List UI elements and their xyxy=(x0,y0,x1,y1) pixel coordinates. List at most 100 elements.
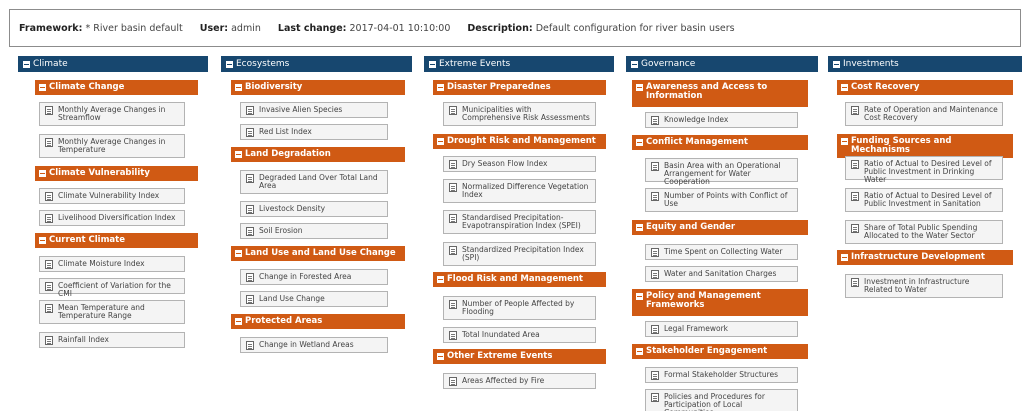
indicator-item[interactable]: Share of Total Public Spending Allocated… xyxy=(845,220,1003,244)
indicator-item[interactable]: Time Spent on Collecting Water xyxy=(645,244,798,260)
collapse-icon[interactable] xyxy=(226,60,233,68)
collapse-icon[interactable] xyxy=(636,139,643,146)
indicator-item[interactable]: Standardized Precipitation Index (SPI) xyxy=(443,242,596,266)
indicator-label: Knowledge Index xyxy=(664,115,729,124)
category-header-drought-risk[interactable]: Drought Risk and Management xyxy=(433,134,606,149)
indicator-item[interactable]: Formal Stakeholder Structures xyxy=(645,367,798,383)
indicator-item[interactable]: Monthly Average Changes in Temperature xyxy=(39,134,185,158)
document-icon xyxy=(45,138,53,147)
indicator-item[interactable]: Areas Affected by Fire xyxy=(443,373,596,389)
collapse-icon[interactable] xyxy=(437,138,444,145)
collapse-icon[interactable] xyxy=(235,318,242,325)
collapse-icon[interactable] xyxy=(437,84,444,91)
column-header-climate[interactable]: Climate xyxy=(18,56,208,72)
collapse-icon[interactable] xyxy=(429,60,436,68)
category-header-infrastructure-development[interactable]: Infrastructure Development xyxy=(837,250,1013,265)
indicator-item[interactable]: Number of Points with Conflict of Use xyxy=(645,188,798,212)
indicator-label: Legal Framework xyxy=(664,324,729,333)
column-header-extreme-events[interactable]: Extreme Events xyxy=(424,56,614,72)
collapse-icon[interactable] xyxy=(235,250,242,257)
collapse-icon[interactable] xyxy=(841,84,848,91)
indicator-item[interactable]: Rainfall Index xyxy=(39,332,185,348)
column-header-governance[interactable]: Governance xyxy=(626,56,818,72)
indicator-item[interactable]: Soil Erosion xyxy=(240,223,388,239)
collapse-icon[interactable] xyxy=(437,276,444,283)
category-header-climate-change[interactable]: Climate Change xyxy=(35,80,198,95)
indicator-label: Rate of Operation and Maintenance Cost R… xyxy=(864,105,998,122)
indicator-label: Monthly Average Changes in Streamflow xyxy=(58,105,166,122)
category-header-climate-vulnerability[interactable]: Climate Vulnerability xyxy=(35,166,198,181)
indicator-item[interactable]: Dry Season Flow Index xyxy=(443,156,596,172)
category-header-land-degradation[interactable]: Land Degradation xyxy=(231,147,405,162)
indicator-item[interactable]: Water and Sanitation Charges xyxy=(645,266,798,282)
collapse-icon[interactable] xyxy=(39,170,46,177)
indicator-item[interactable]: Livelihood Diversification Index xyxy=(39,210,185,226)
collapse-icon[interactable] xyxy=(636,293,643,300)
collapse-icon[interactable] xyxy=(39,237,46,244)
indicator-item[interactable]: Change in Forested Area xyxy=(240,269,388,285)
category-header-protected-areas[interactable]: Protected Areas xyxy=(231,314,405,329)
indicator-item[interactable]: Climate Vulnerability Index xyxy=(39,188,185,204)
category-header-other-extreme-events[interactable]: Other Extreme Events xyxy=(433,349,606,364)
indicator-item[interactable]: Ratio of Actual to Desired Level of Publ… xyxy=(845,188,1003,212)
document-icon xyxy=(851,192,859,201)
collapse-icon[interactable] xyxy=(636,348,643,355)
category-header-disaster-preparedness[interactable]: Disaster Preparednes xyxy=(433,80,606,95)
indicator-item[interactable]: Monthly Average Changes in Streamflow xyxy=(39,102,185,126)
document-icon xyxy=(449,160,457,169)
collapse-icon[interactable] xyxy=(631,60,638,68)
category-title: Funding Sources and Mechanisms xyxy=(851,136,952,155)
collapse-icon[interactable] xyxy=(841,138,848,145)
indicator-item[interactable]: Ratio of Actual to Desired Level of Publ… xyxy=(845,156,1003,184)
column-header-investments[interactable]: Investments xyxy=(828,56,1022,72)
collapse-icon[interactable] xyxy=(235,84,242,91)
framework-value: * River basin default xyxy=(85,22,183,34)
category-header-biodiversity[interactable]: Biodiversity xyxy=(231,80,405,95)
indicator-item[interactable]: Policies and Procedures for Participatio… xyxy=(645,389,798,411)
indicator-item[interactable]: Mean Temperature and Temperature Range xyxy=(39,300,185,324)
indicator-item[interactable]: Red List Index xyxy=(240,124,388,140)
collapse-icon[interactable] xyxy=(39,84,46,91)
category-header-policy-frameworks[interactable]: Policy and Management Frameworks xyxy=(632,289,808,316)
collapse-icon[interactable] xyxy=(833,60,840,68)
collapse-icon[interactable] xyxy=(23,60,30,68)
category-header-conflict-management[interactable]: Conflict Management xyxy=(632,135,808,150)
indicator-item[interactable]: Legal Framework xyxy=(645,321,798,337)
indicator-item[interactable]: Investment in Infrastructure Related to … xyxy=(845,274,1003,298)
collapse-icon[interactable] xyxy=(437,353,444,360)
category-header-cost-recovery[interactable]: Cost Recovery xyxy=(837,80,1013,95)
category-header-funding-sources[interactable]: Funding Sources and Mechanisms xyxy=(837,134,1013,158)
category-header-awareness[interactable]: Awareness and Access to Information xyxy=(632,80,808,107)
indicator-item[interactable]: Rate of Operation and Maintenance Cost R… xyxy=(845,102,1003,126)
collapse-icon[interactable] xyxy=(235,151,242,158)
category-header-current-climate[interactable]: Current Climate xyxy=(35,233,198,248)
indicator-item[interactable]: Land Use Change xyxy=(240,291,388,307)
indicator-item[interactable]: Coefficient of Variation for the CMI xyxy=(39,278,185,298)
indicator-item[interactable]: Degraded Land Over Total Land Area xyxy=(240,170,388,194)
column-title: Climate xyxy=(33,59,68,69)
category-header-land-use[interactable]: Land Use and Land Use Change xyxy=(231,246,405,261)
category-header-stakeholder-engagement[interactable]: Stakeholder Engagement xyxy=(632,344,808,359)
indicator-item[interactable]: Livestock Density xyxy=(240,201,388,217)
description-value: Default configuration for river basin us… xyxy=(535,22,735,34)
indicator-item[interactable]: Change in Wetland Areas xyxy=(240,337,388,353)
category-title: Policy and Management Frameworks xyxy=(646,291,761,310)
document-icon xyxy=(651,270,659,279)
category-header-equity-gender[interactable]: Equity and Gender xyxy=(632,220,808,235)
category-header-flood-risk[interactable]: Flood Risk and Management xyxy=(433,272,606,287)
indicator-item[interactable]: Number of People Affected by Flooding xyxy=(443,296,596,320)
indicator-item[interactable]: Knowledge Index xyxy=(645,112,798,128)
indicator-item[interactable]: Invasive Alien Species xyxy=(240,102,388,118)
collapse-icon[interactable] xyxy=(841,254,848,261)
collapse-icon[interactable] xyxy=(636,224,643,231)
column-header-ecosystems[interactable]: Ecosystems xyxy=(221,56,412,72)
indicator-item[interactable]: Standardised Precipitation-Evapotranspir… xyxy=(443,210,596,234)
category-title: Current Climate xyxy=(49,235,125,245)
document-icon xyxy=(246,227,254,236)
indicator-item[interactable]: Climate Moisture Index xyxy=(39,256,185,272)
indicator-item[interactable]: Normalized Difference Vegetation Index xyxy=(443,179,596,203)
indicator-item[interactable]: Municipalities with Comprehensive Risk A… xyxy=(443,102,596,126)
collapse-icon[interactable] xyxy=(636,84,643,91)
indicator-item[interactable]: Basin Area with an Operational Arrangeme… xyxy=(645,158,798,186)
indicator-item[interactable]: Total Inundated Area xyxy=(443,327,596,343)
